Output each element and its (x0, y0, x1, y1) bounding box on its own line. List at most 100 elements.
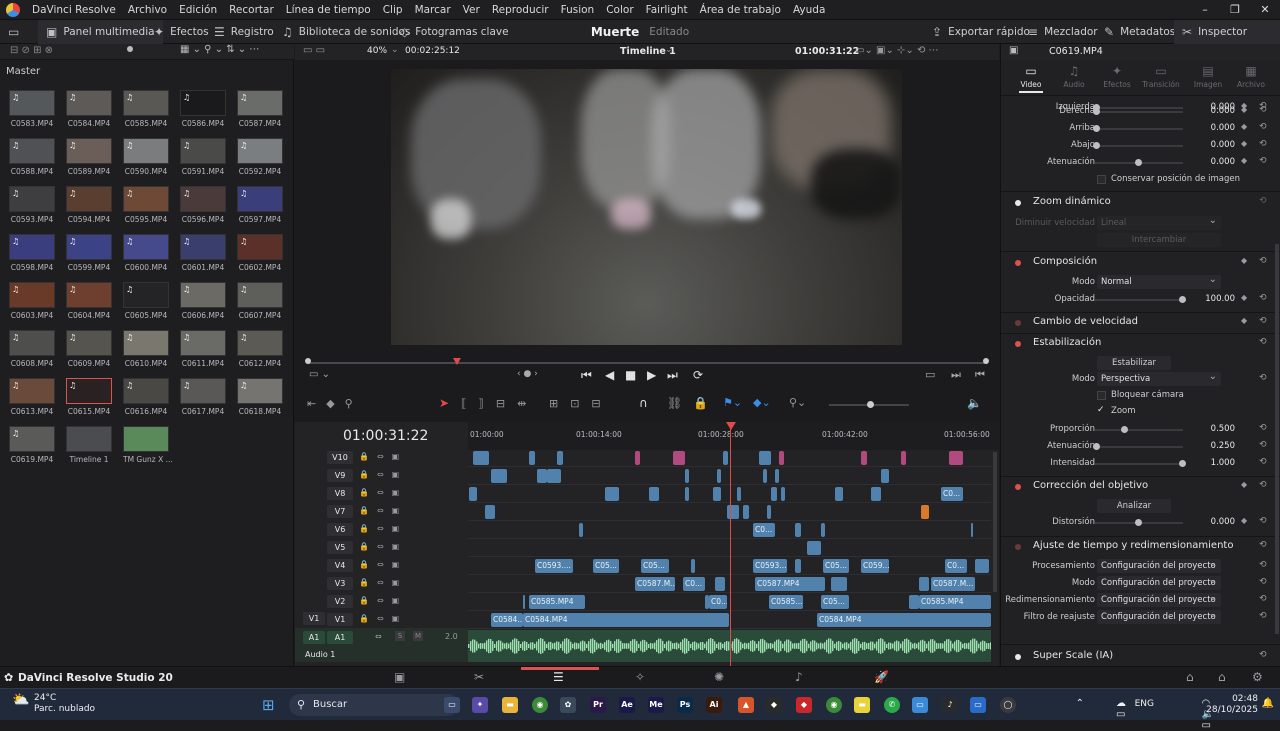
timeline-clip[interactable] (491, 469, 507, 483)
inspector-scrollbar[interactable] (1275, 244, 1279, 634)
timeline-clip[interactable] (861, 451, 867, 465)
timeline-dropdown-icon[interactable]: ⌄ (665, 45, 673, 55)
task-view-icon[interactable]: ▭ (444, 697, 460, 713)
taskbar-app-pr-icon[interactable]: Pr (590, 697, 606, 713)
media-pool-button[interactable]: ▣ Panel multimedia (38, 20, 163, 44)
timeline-clip[interactable]: C05... (823, 559, 849, 573)
viewer-zoom[interactable]: 40% (367, 46, 387, 56)
timeline-clip[interactable]: C0... (709, 595, 727, 609)
dynamic-zoom-toggle[interactable] (1015, 200, 1021, 206)
reset-icon[interactable]: ⟲ (1259, 122, 1267, 132)
timeline-clip[interactable] (685, 487, 689, 501)
timeline-clip[interactable] (921, 505, 929, 519)
clip-thumbnail[interactable]: ♫ C0597.MP4 (237, 186, 283, 224)
clip-thumbnail[interactable]: ♫ C0594.MP4 (66, 186, 112, 224)
smooth-value[interactable]: 0.250 (1187, 441, 1235, 451)
swap-button[interactable]: Intercambiar (1097, 233, 1221, 247)
timeline-clip[interactable] (485, 505, 495, 519)
play-reverse-icon[interactable]: ◀ (605, 368, 614, 382)
opacity-value[interactable]: 100.00 (1187, 294, 1235, 304)
timeline-clip[interactable] (759, 451, 771, 465)
master-bin-label[interactable]: Master (6, 66, 40, 77)
clip-thumbnail[interactable]: ♫ C0609.MP4 (66, 330, 112, 368)
viewer-layout-icons[interactable]: ▭ ▭ (303, 45, 325, 56)
crop-right-value[interactable]: 0.000 (1187, 106, 1235, 116)
reset-icon[interactable]: ⟲ (1259, 139, 1267, 149)
tiktok-icon[interactable]: ♪ (942, 697, 958, 713)
super-scale-toggle[interactable] (1015, 654, 1021, 660)
clip-thumbnail[interactable]: ♫ C0605.MP4 (123, 282, 169, 320)
metadata-button[interactable]: ✎ Metadatos (1104, 20, 1175, 44)
timeline-vertical-scrollbar[interactable] (993, 452, 997, 592)
timeline-clip[interactable] (713, 487, 721, 501)
play-icon[interactable]: ▶ (647, 368, 656, 382)
timeline-clip[interactable]: C0593.... (535, 559, 573, 573)
cropping-ratio-knob[interactable] (1121, 426, 1128, 433)
distortion-knob[interactable] (1135, 519, 1142, 526)
strength-knob[interactable] (1179, 460, 1186, 467)
clip-thumbnail[interactable]: TM Gunz X ... (123, 426, 173, 464)
crop-softness-knob[interactable] (1135, 159, 1142, 166)
edit-mode-icons[interactable]: ⇤◆⚲ (307, 397, 363, 410)
reset-icon[interactable]: ⟲ (1259, 457, 1267, 467)
clip-thumbnail[interactable]: ♫ C0612.MP4 (237, 330, 283, 368)
smooth-knob[interactable] (1093, 443, 1100, 450)
keyframe-icon[interactable]: ◆ (1241, 105, 1247, 114)
snapping-icon[interactable]: ∩ (639, 396, 648, 410)
timeline-clip[interactable] (537, 469, 547, 483)
fairlight-page-icon[interactable]: ♪ (795, 670, 803, 684)
home-icon[interactable]: ⌂ (1218, 670, 1226, 684)
track-name[interactable]: V1 (327, 613, 353, 626)
source-patch-v1[interactable]: V1 (303, 612, 325, 625)
taskbar-app-ps-icon[interactable]: Ps (677, 697, 693, 713)
clip-thumbnail[interactable]: ♫ C0596.MP4 (180, 186, 226, 224)
timeline-clip[interactable] (909, 595, 919, 609)
inspector-button[interactable]: ✂ Inspector (1174, 20, 1280, 44)
timeline-clip[interactable]: C0... (683, 577, 705, 591)
timeline-clip[interactable] (557, 451, 563, 465)
clip-thumbnail[interactable]: ♫ C0583.MP4 (9, 90, 55, 128)
clip-thumbnail[interactable]: ♫ C0599.MP4 (66, 234, 112, 272)
tab-video[interactable]: ▭ Video (1011, 64, 1051, 93)
loop-icon[interactable]: ⟳ (693, 368, 703, 382)
timeline-clip[interactable] (685, 469, 689, 483)
clip-thumbnail[interactable]: ♫ C0588.MP4 (9, 138, 55, 176)
app-icon[interactable]: ▭ (912, 697, 928, 713)
timeline-clip[interactable]: C0584.MP4 (817, 613, 991, 627)
language-indicator[interactable]: ENG (1135, 699, 1154, 709)
sound-library-button[interactable]: ♫ Biblioteca de sonidos (282, 20, 410, 44)
reset-icon[interactable]: ⟲ (1259, 480, 1267, 490)
tray-apps-icon[interactable]: ☁ ▭ (1116, 698, 1126, 720)
super-scale-section[interactable]: Super Scale (IA) ⟲ (1001, 650, 1280, 666)
timeline-clip[interactable] (469, 487, 477, 501)
timeline-clip[interactable]: C0593.... (753, 559, 787, 573)
reset-icon[interactable]: ⟲ (1259, 516, 1267, 526)
stabilization-section[interactable]: Estabilización ⟲ (1001, 337, 1280, 353)
effects-button[interactable]: ✦ Efectos (154, 20, 209, 44)
thumbnail-size-slider[interactable] (127, 46, 133, 52)
menu-reproducir[interactable]: Reproducir (486, 4, 555, 16)
track-name[interactable]: V10 (327, 451, 353, 464)
timeline-clip[interactable] (771, 487, 777, 501)
timeline-clip[interactable]: C0... (945, 559, 967, 573)
keyframe-icon[interactable]: ◆ (1241, 316, 1247, 325)
strength-value[interactable]: 1.000 (1187, 458, 1235, 468)
minimize-icon[interactable]: – (1190, 0, 1220, 20)
source-patch-a1[interactable]: A1 (303, 631, 325, 644)
clip-thumbnail[interactable]: ♫ C0598.MP4 (9, 234, 55, 272)
timeline-clip[interactable] (795, 523, 801, 537)
settings-gear-icon[interactable]: ⚙ (1252, 670, 1263, 684)
chrome-icon[interactable]: ◉ (532, 697, 548, 713)
cut-page-icon[interactable]: ✂ (474, 670, 484, 684)
timeline-clip[interactable] (971, 523, 973, 537)
close-icon[interactable]: ✕ (1250, 0, 1280, 20)
stabilization-mode-select[interactable]: Perspectiva (1097, 370, 1221, 386)
timeline-clip[interactable] (579, 523, 583, 537)
reset-icon[interactable]: ⟲ (1259, 105, 1267, 115)
timeline-clip[interactable] (649, 487, 659, 501)
menu-recortar[interactable]: Recortar (223, 4, 280, 16)
motion-estimation-select[interactable]: Configuración del proyecto (1097, 574, 1221, 590)
clip-thumbnail[interactable]: ♫ C0613.MP4 (9, 378, 55, 416)
track-name[interactable]: V4 (327, 559, 353, 572)
clip-thumbnail[interactable]: ♫ C0587.MP4 (237, 90, 283, 128)
